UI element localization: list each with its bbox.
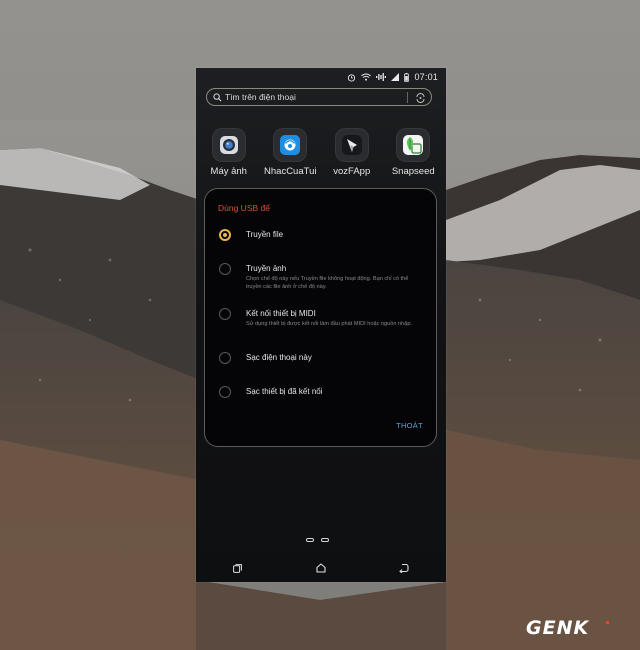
dialog-title: Dùng USB để [218, 203, 270, 213]
navigation-bar [196, 560, 446, 576]
usb-mode-dialog: Dùng USB để Truyền file Truyền ảnh Chọn … [204, 188, 437, 447]
app-camera[interactable]: Máy ảnh [199, 128, 259, 177]
camera-icon[interactable] [211, 128, 246, 162]
option-description: Sử dụng thiết bị được kết nối làm đầu ph… [246, 321, 413, 327]
option-label: Kết nối thiết bị MIDI [246, 309, 316, 318]
gauge-icon[interactable] [416, 92, 425, 103]
battery-icon [404, 72, 410, 82]
snapseed-icon[interactable] [396, 128, 431, 162]
option-label: Truyền ảnh [246, 264, 287, 273]
app-label: Máy ảnh [210, 166, 247, 177]
nhaccuatui-icon[interactable] [273, 128, 308, 162]
search-icon [213, 92, 222, 102]
search-divider [407, 91, 408, 103]
search-bar[interactable]: Tìm trên điện thoại [206, 88, 432, 106]
option-label: Truyền file [246, 230, 284, 239]
radio-button[interactable] [219, 386, 231, 398]
alarm-icon [347, 73, 356, 82]
radio-button-checked[interactable] [219, 229, 231, 241]
option-label: Sạc thiết bị đã kết nối [246, 387, 323, 396]
page-dot [321, 538, 329, 542]
option-label: Sạc điện thoại này [246, 353, 312, 362]
option-description: Chọn chế độ này nếu Truyền file không ho… [246, 276, 409, 290]
search-input[interactable]: Tìm trên điện thoại [225, 92, 407, 102]
wifi-icon [361, 73, 372, 81]
app-nhaccuatui[interactable]: NhacCuaTui [260, 128, 320, 177]
genk-logo: GENK [526, 617, 609, 638]
app-vozfapp[interactable]: vozFApp [322, 128, 382, 177]
home-icon[interactable] [311, 560, 331, 576]
phone-screen: 07:01 Tìm trên điện thoại Máy ảnh NhacCu… [196, 68, 446, 582]
signal-icon [391, 73, 400, 81]
radio-button[interactable] [219, 352, 231, 364]
status-bar: 07:01 [347, 70, 438, 84]
watermark-text: GENK [526, 617, 589, 638]
sound-wave-icon [376, 73, 387, 81]
app-label: Snapseed [391, 166, 435, 177]
radio-button[interactable] [219, 308, 231, 320]
page-dot [306, 538, 314, 542]
radio-button[interactable] [219, 263, 231, 275]
status-time: 07:01 [414, 72, 438, 82]
recents-icon[interactable] [228, 560, 248, 576]
watermark-logo: GENK [526, 616, 626, 638]
back-icon[interactable] [394, 560, 414, 576]
page-indicator [306, 538, 329, 542]
app-label: vozFApp [333, 166, 371, 177]
app-snapseed[interactable]: Snapseed [383, 128, 443, 177]
vozfapp-icon[interactable] [334, 128, 369, 162]
app-row: Máy ảnh NhacCuaTui vozFApp Snapseed [196, 128, 446, 177]
app-label: NhacCuaTui [264, 166, 317, 177]
exit-button[interactable]: THOÁT [396, 421, 423, 430]
